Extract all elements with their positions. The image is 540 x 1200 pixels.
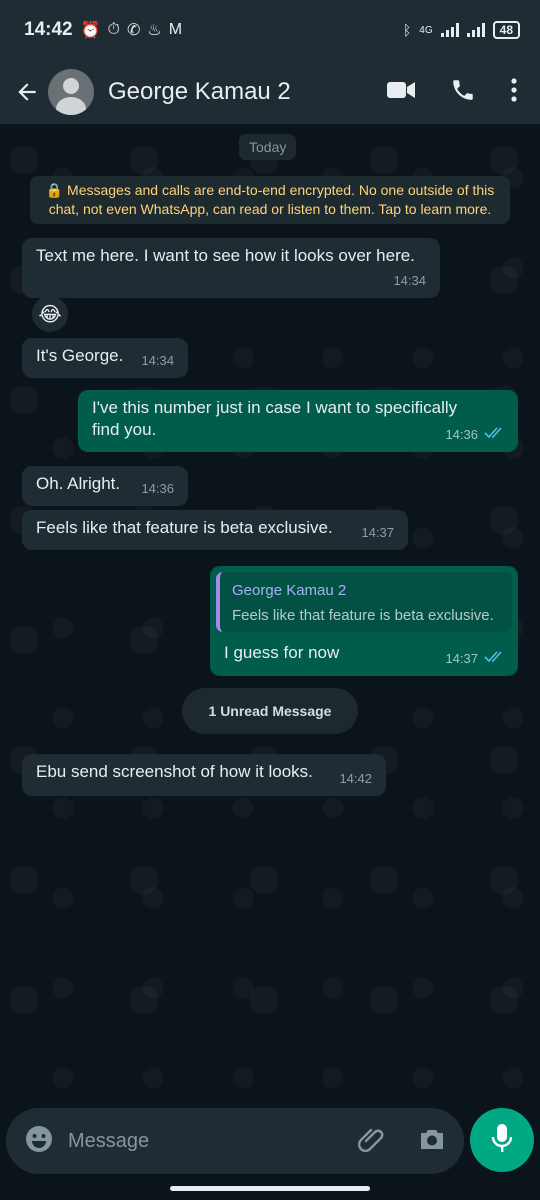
message-bubble[interactable]: Feels like that feature is beta exclusiv… bbox=[22, 510, 408, 550]
bluetooth-icon: ᛒ bbox=[402, 22, 412, 38]
message-composer[interactable]: Message bbox=[6, 1108, 464, 1174]
alarm-off-icon: ⏰ bbox=[80, 22, 101, 39]
camera-icon[interactable] bbox=[418, 1127, 446, 1156]
notification-icons: ⏰ ⏱ ✆ ♨ M bbox=[81, 20, 182, 40]
battery-icon: 48 bbox=[492, 21, 520, 39]
message-time: 14:37 bbox=[445, 651, 478, 666]
signal-icon bbox=[440, 23, 459, 37]
gmail-icon: M bbox=[168, 21, 183, 38]
chat-area[interactable]: Today 🔒 Messages and calls are end-to-en… bbox=[0, 124, 540, 1094]
quoted-sender: George Kamau 2 bbox=[232, 582, 347, 599]
back-arrow-icon[interactable] bbox=[12, 77, 42, 107]
unread-divider: 1 Unread Message bbox=[182, 688, 358, 734]
network-type: 4G bbox=[419, 24, 433, 36]
message-text: Oh. Alright. bbox=[36, 474, 121, 493]
message-time: 14:37 bbox=[361, 525, 394, 540]
more-vertical-icon[interactable] bbox=[510, 77, 518, 108]
video-call-icon[interactable] bbox=[386, 79, 416, 106]
mic-icon bbox=[491, 1123, 513, 1158]
attach-icon[interactable] bbox=[358, 1125, 384, 1158]
contact-name[interactable]: George Kamau 2 bbox=[108, 78, 291, 106]
encryption-text: Messages and calls are end-to-end encryp… bbox=[48, 182, 495, 217]
gesture-nav-bar[interactable] bbox=[170, 1186, 370, 1191]
read-ticks-icon bbox=[484, 647, 506, 669]
message-time: 14:36 bbox=[141, 481, 174, 496]
status-right: ᛒ 4G 48 bbox=[403, 21, 520, 39]
avatar[interactable] bbox=[48, 69, 94, 115]
message-bubble[interactable]: Text me here. I want to see how it looks… bbox=[22, 238, 440, 298]
signal-icon-2 bbox=[466, 23, 485, 37]
whatsapp-icon: ✆ bbox=[127, 22, 141, 39]
status-time: 14:42 bbox=[24, 19, 73, 40]
message-time: 14:42 bbox=[339, 771, 372, 786]
phone-icon[interactable] bbox=[450, 77, 476, 108]
message-text: Text me here. I want to see how it looks… bbox=[36, 246, 415, 265]
status-bar: 14:42 ⏰ ⏱ ✆ ♨ M ᛒ 4G 48 bbox=[0, 0, 540, 60]
lock-icon: 🔒 bbox=[45, 182, 64, 198]
chat-header: George Kamau 2 bbox=[0, 60, 540, 124]
emoji-message[interactable]: 😂 bbox=[32, 296, 68, 332]
message-bubble[interactable]: Ebu send screenshot of how it looks. 14:… bbox=[22, 754, 386, 796]
quoted-text: Feels like that feature is beta exclusiv… bbox=[232, 607, 494, 624]
read-ticks-icon bbox=[484, 423, 506, 445]
message-bubble[interactable]: I've this number just in case I want to … bbox=[78, 390, 518, 452]
message-text: I guess for now bbox=[224, 643, 340, 662]
mic-button[interactable] bbox=[470, 1108, 534, 1172]
message-text: It's George. bbox=[36, 346, 124, 365]
message-time: 14:34 bbox=[141, 353, 174, 368]
message-time: 14:36 bbox=[445, 427, 478, 442]
message-text: Feels like that feature is beta exclusiv… bbox=[36, 518, 333, 537]
notification-app-icon: ♨ bbox=[147, 22, 162, 39]
message-bubble[interactable]: It's George. 14:34 bbox=[22, 338, 188, 378]
emoji-icon[interactable] bbox=[24, 1124, 54, 1159]
message-time: 14:34 bbox=[393, 273, 426, 288]
message-text: Ebu send screenshot of how it looks. bbox=[36, 762, 313, 781]
alarm-icon: ⏱ bbox=[107, 21, 121, 38]
message-input[interactable]: Message bbox=[68, 1130, 358, 1153]
message-bubble[interactable]: Oh. Alright. 14:36 bbox=[22, 466, 188, 506]
emoji-text: 😂 bbox=[38, 303, 62, 326]
date-chip: Today bbox=[239, 134, 297, 160]
reply-message-bubble[interactable]: George Kamau 2 Feels like that feature i… bbox=[210, 566, 518, 676]
message-text: I've this number just in case I want to … bbox=[92, 398, 458, 439]
encryption-notice[interactable]: 🔒 Messages and calls are end-to-end encr… bbox=[30, 176, 510, 224]
quoted-message[interactable]: George Kamau 2 Feels like that feature i… bbox=[216, 572, 512, 632]
